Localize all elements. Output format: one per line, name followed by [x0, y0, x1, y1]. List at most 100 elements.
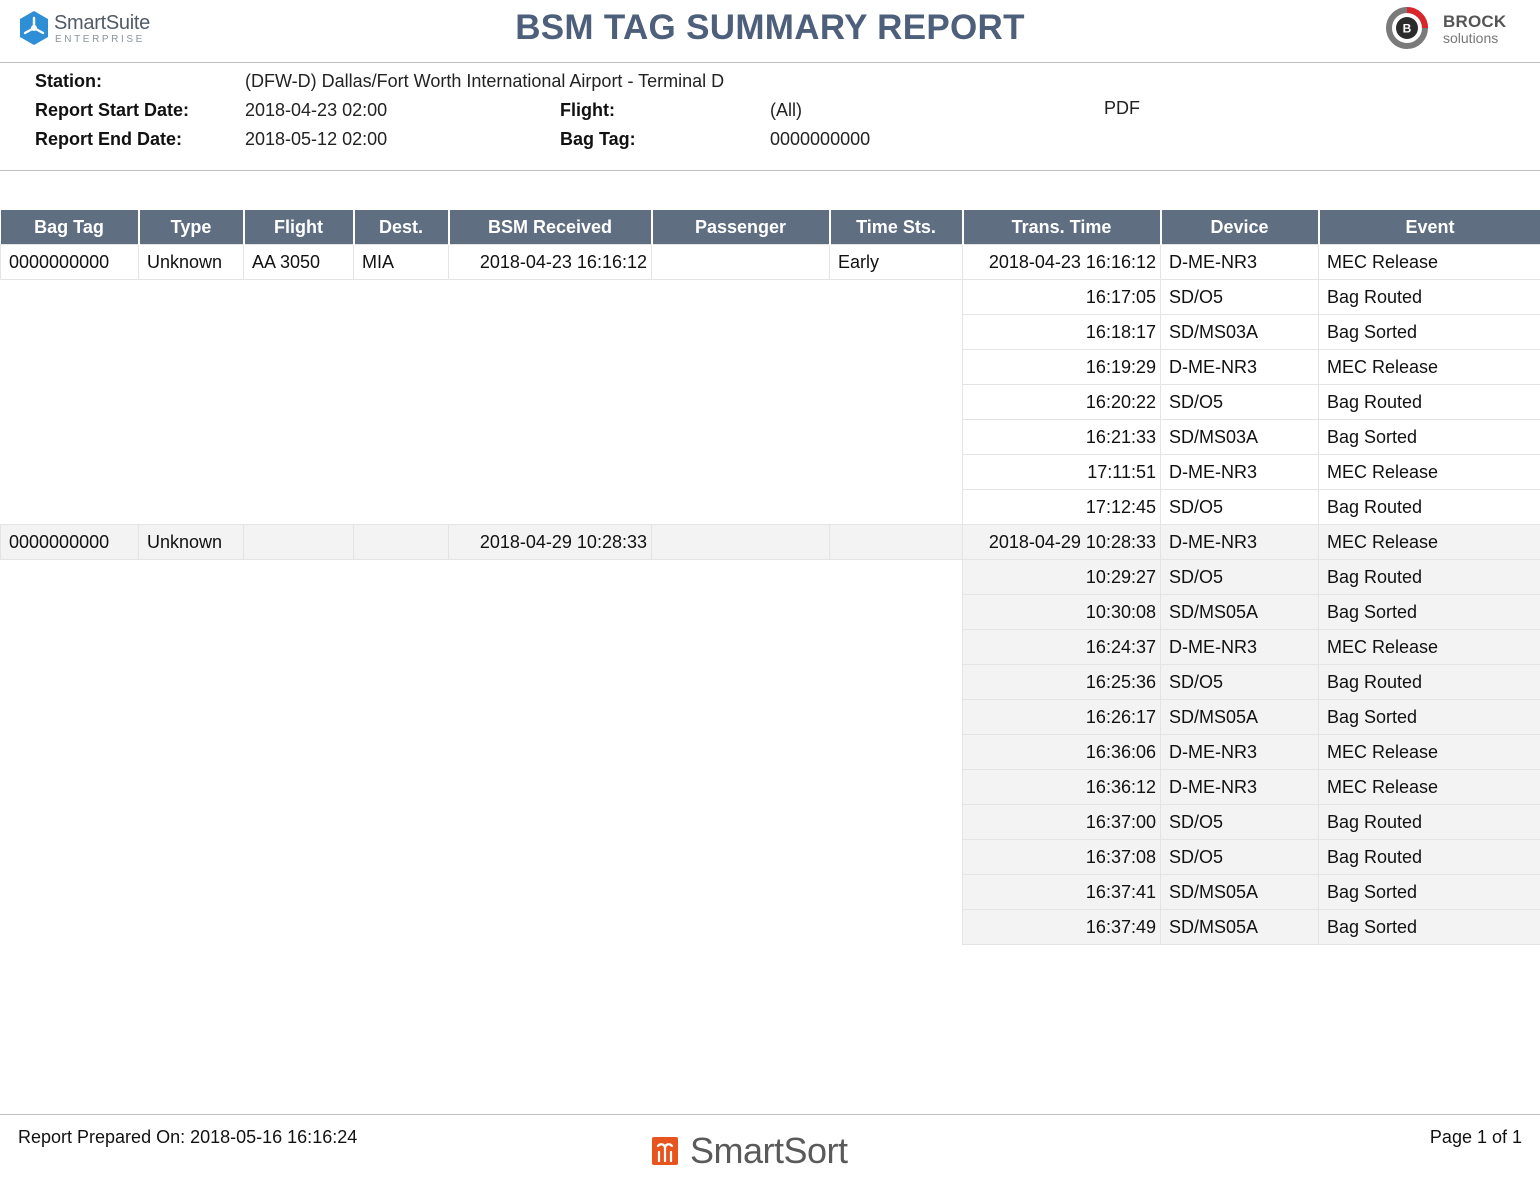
flight-cell — [243, 524, 354, 560]
trans-time-cell: 16:17:05 — [962, 279, 1161, 315]
event-cell: Bag Routed — [1318, 559, 1540, 595]
col-header-dest[interactable]: Dest. — [352, 210, 449, 245]
device-cell: SD/MS05A — [1160, 594, 1319, 630]
trans-time-cell: 16:18:17 — [962, 314, 1161, 350]
trans-time-cell: 16:36:12 — [962, 769, 1161, 805]
empty-span-cell — [0, 349, 963, 385]
col-header-device[interactable]: Device — [1159, 210, 1319, 245]
trans-time-cell: 2018-04-29 10:28:33 — [962, 524, 1161, 560]
empty-span-cell — [0, 664, 963, 700]
trans-time-cell: 16:37:41 — [962, 874, 1161, 910]
empty-span-cell — [0, 559, 963, 595]
col-header-bag-tag[interactable]: Bag Tag — [0, 210, 139, 245]
device-cell: SD/O5 — [1160, 489, 1319, 525]
empty-span-cell — [0, 839, 963, 875]
report-title: BSM TAG SUMMARY REPORT — [515, 8, 1025, 47]
empty-span-cell — [0, 594, 963, 630]
empty-span-cell — [0, 419, 963, 455]
empty-span-cell — [0, 769, 963, 805]
event-cell: Bag Sorted — [1318, 909, 1540, 945]
brock-logo-letter: B — [1403, 22, 1412, 36]
event-cell: Bag Routed — [1318, 384, 1540, 420]
event-cell: MEC Release — [1318, 629, 1540, 665]
event-cell: MEC Release — [1318, 769, 1540, 805]
trans-time-cell: 16:36:06 — [962, 734, 1161, 770]
event-row: 16:36:06 D-ME-NR3 MEC Release — [0, 734, 1540, 770]
empty-span-cell — [0, 874, 963, 910]
brock-logo-icon: B — [1386, 7, 1428, 49]
table-row: 0000000000 Unknown AA 3050 MIA 2018-04-23 16… — [0, 244, 1540, 280]
parameters-divider — [0, 170, 1540, 171]
empty-span-cell — [0, 314, 963, 350]
bsm-received-cell: 2018-04-29 10:28:33 — [448, 524, 652, 560]
station-label: Station: — [35, 71, 102, 91]
device-cell: SD/MS05A — [1160, 699, 1319, 735]
event-cell: Bag Routed — [1318, 804, 1540, 840]
col-header-passenger[interactable]: Passenger — [650, 210, 830, 245]
event-cell: Bag Routed — [1318, 664, 1540, 700]
empty-span-cell — [0, 804, 963, 840]
event-cell: MEC Release — [1318, 244, 1540, 280]
bag-tag-value: 0000000000 — [770, 129, 871, 149]
event-row: 16:26:17 SD/MS05A Bag Sorted — [0, 699, 1540, 735]
event-cell: Bag Routed — [1318, 279, 1540, 315]
col-header-trans-time[interactable]: Trans. Time — [961, 210, 1161, 245]
event-cell: Bag Sorted — [1318, 594, 1540, 630]
event-cell: MEC Release — [1318, 454, 1540, 490]
bag-tag-cell: 0000000000 — [0, 244, 139, 280]
col-header-event[interactable]: Event — [1317, 210, 1540, 245]
device-cell: SD/O5 — [1160, 559, 1319, 595]
time-sts-cell: Early — [829, 244, 963, 280]
trans-time-cell: 16:20:22 — [962, 384, 1161, 420]
event-cell: Bag Sorted — [1318, 314, 1540, 350]
event-row: 16:37:08 SD/O5 Bag Routed — [0, 839, 1540, 875]
trans-time-cell: 16:24:37 — [962, 629, 1161, 665]
device-cell: D-ME-NR3 — [1160, 629, 1319, 665]
table-body: 0000000000 Unknown AA 3050 MIA 2018-04-23 16… — [0, 244, 1540, 945]
bag-tag-label: Bag Tag: — [560, 129, 636, 149]
report-prepared-on: Report Prepared On: 2018-05-16 16:16:24 — [18, 1127, 358, 1147]
device-cell: SD/O5 — [1160, 279, 1319, 315]
event-cell: Bag Sorted — [1318, 699, 1540, 735]
trans-time-cell: 16:25:36 — [962, 664, 1161, 700]
smartsort-logo-icon — [652, 1137, 678, 1165]
event-row: 16:19:29 D-ME-NR3 MEC Release — [0, 349, 1540, 385]
event-row: 16:37:00 SD/O5 Bag Routed — [0, 804, 1540, 840]
event-row: 16:37:49 SD/MS05A Bag Sorted — [0, 909, 1540, 945]
device-cell: D-ME-NR3 — [1160, 454, 1319, 490]
event-row: 10:29:27 SD/O5 Bag Routed — [0, 559, 1540, 595]
device-cell: D-ME-NR3 — [1160, 524, 1319, 560]
flight-cell: AA 3050 — [243, 244, 354, 280]
device-cell: D-ME-NR3 — [1160, 349, 1319, 385]
table-header-row: Bag Tag Type Flight Dest. BSM Received P… — [0, 210, 1540, 245]
type-cell: Unknown — [138, 244, 244, 280]
smartsort-logo-name: SmartSort — [690, 1130, 848, 1171]
device-cell: D-ME-NR3 — [1160, 769, 1319, 805]
header-divider — [0, 62, 1540, 63]
trans-time-cell: 16:37:00 — [962, 804, 1161, 840]
device-cell: SD/MS05A — [1160, 874, 1319, 910]
event-cell: Bag Routed — [1318, 489, 1540, 525]
event-cell: MEC Release — [1318, 734, 1540, 770]
col-header-flight[interactable]: Flight — [242, 210, 354, 245]
device-cell: SD/O5 — [1160, 804, 1319, 840]
page-number: Page 1 of 1 — [1429, 1127, 1522, 1147]
event-row: 17:11:51 D-ME-NR3 MEC Release — [0, 454, 1540, 490]
trans-time-cell: 16:37:49 — [962, 909, 1161, 945]
col-header-time-sts[interactable]: Time Sts. — [828, 210, 963, 245]
trans-time-cell: 10:30:08 — [962, 594, 1161, 630]
device-cell: D-ME-NR3 — [1160, 244, 1319, 280]
event-row: 16:20:22 SD/O5 Bag Routed — [0, 384, 1540, 420]
device-cell: SD/O5 — [1160, 384, 1319, 420]
trans-time-cell: 17:12:45 — [962, 489, 1161, 525]
col-header-type[interactable]: Type — [137, 210, 244, 245]
device-cell: SD/MS03A — [1160, 419, 1319, 455]
brock-logo-name: BROCK — [1443, 12, 1507, 31]
brock-logo: B BROCK solutions — [1385, 6, 1510, 50]
device-cell: D-ME-NR3 — [1160, 734, 1319, 770]
device-cell: SD/MS03A — [1160, 314, 1319, 350]
pdf-format-link[interactable]: PDF — [1104, 98, 1140, 119]
device-cell: SD/MS05A — [1160, 909, 1319, 945]
start-date-label: Report Start Date: — [35, 100, 190, 120]
col-header-bsm-received[interactable]: BSM Received — [447, 210, 652, 245]
